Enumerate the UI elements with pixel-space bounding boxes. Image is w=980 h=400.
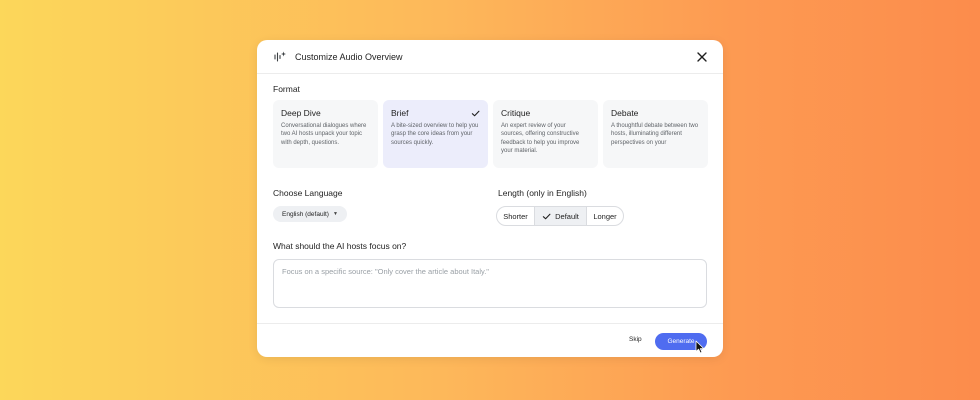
length-option-label: Default xyxy=(555,211,579,221)
format-label: Format xyxy=(273,84,300,94)
customize-audio-dialog: Customize Audio Overview Format Deep Div… xyxy=(257,40,723,357)
sparkle-wave-icon xyxy=(274,51,286,62)
format-option-desc: An expert review of your sources, offeri… xyxy=(501,123,580,155)
length-option-shorter[interactable]: Shorter xyxy=(497,207,535,225)
format-option-debate[interactable]: Debate A thoughtful debate between two h… xyxy=(603,100,708,168)
length-toggle-group: Shorter Default Longer xyxy=(496,206,624,226)
dialog-header: Customize Audio Overview xyxy=(257,40,723,74)
format-options: Deep Dive Conversational dialogues where… xyxy=(273,100,708,168)
check-icon xyxy=(542,213,551,219)
focus-input[interactable] xyxy=(282,267,698,300)
generate-button-label: Generate xyxy=(667,338,695,345)
check-icon xyxy=(471,110,480,117)
length-label: Length (only in English) xyxy=(498,188,587,198)
mouse-pointer-icon xyxy=(695,340,705,354)
dialog-title: Customize Audio Overview xyxy=(295,51,403,62)
format-option-deep-dive[interactable]: Deep Dive Conversational dialogues where… xyxy=(273,100,378,168)
format-option-title: Deep Dive xyxy=(281,108,321,118)
format-option-critique[interactable]: Critique An expert review of your source… xyxy=(493,100,598,168)
close-icon xyxy=(697,51,707,62)
format-option-desc: A thoughtful debate between two hosts, i… xyxy=(611,123,699,146)
close-button[interactable] xyxy=(695,50,709,64)
length-option-longer[interactable]: Longer xyxy=(587,207,623,225)
format-option-brief[interactable]: Brief A bite-sized overview to help you … xyxy=(383,100,488,168)
format-option-title: Debate xyxy=(611,108,639,118)
language-label: Choose Language xyxy=(273,188,343,198)
language-dropdown[interactable]: English (default) ▼ xyxy=(273,206,347,222)
length-option-label: Shorter xyxy=(503,211,528,221)
length-option-default[interactable]: Default xyxy=(535,207,587,225)
focus-input-container xyxy=(273,259,707,308)
format-option-desc: Conversational dialogues where two AI ho… xyxy=(281,123,367,146)
skip-button[interactable]: Skip xyxy=(629,336,642,343)
format-option-title: Critique xyxy=(501,108,531,118)
format-option-desc: A bite-sized overview to help you grasp … xyxy=(391,123,479,146)
caret-down-icon: ▼ xyxy=(332,211,338,217)
length-option-label: Longer xyxy=(593,211,617,221)
focus-label: What should the AI hosts focus on? xyxy=(273,241,407,251)
format-option-title: Brief xyxy=(391,108,409,118)
dialog-footer: Skip Generate xyxy=(257,323,723,357)
language-selected: English (default) xyxy=(282,210,329,218)
